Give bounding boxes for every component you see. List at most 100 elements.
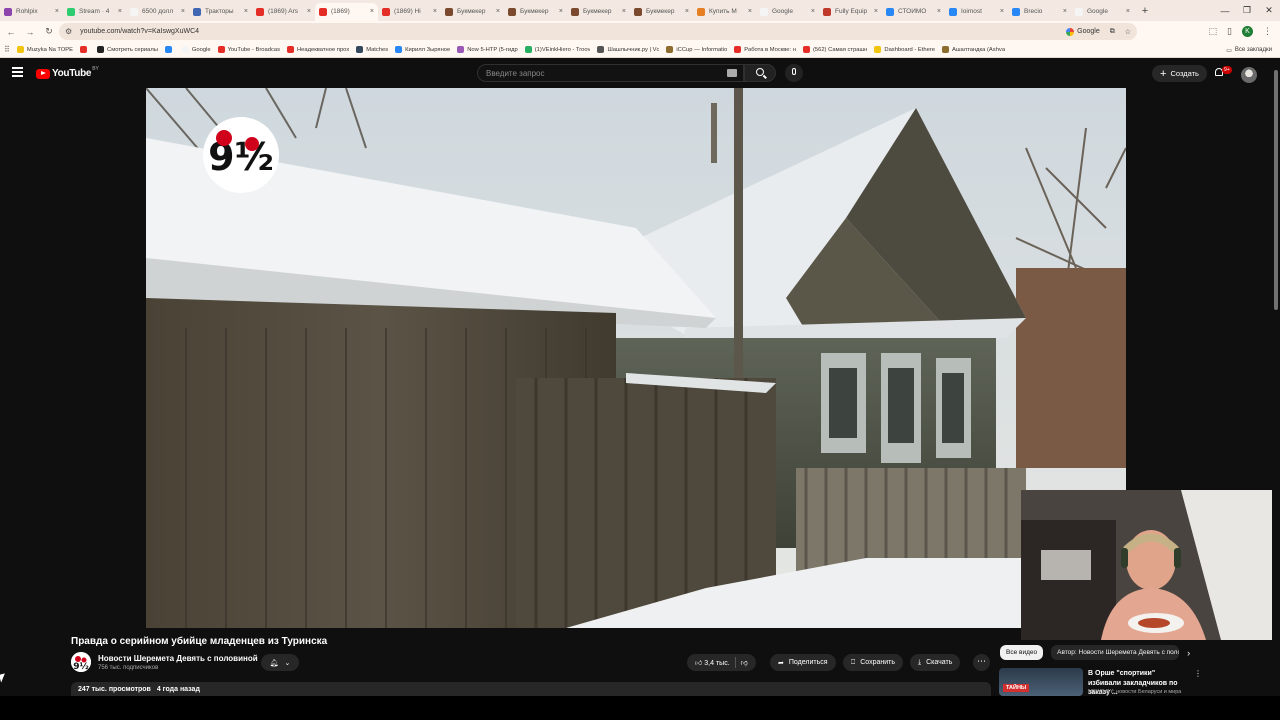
bookmark-item[interactable]: (562) Самая страшн (802, 46, 867, 53)
bookmark-item[interactable]: Кирилл Зыряное (395, 46, 450, 53)
bookmark-item[interactable]: Now 5-HTP (5-гидр (457, 46, 518, 53)
browser-tab[interactable]: Тракторы × (189, 3, 252, 21)
close-window-icon[interactable]: ✕ (1258, 5, 1280, 16)
all-bookmarks[interactable]: ▭ Все закладки (1226, 42, 1272, 58)
bookmark-item[interactable] (80, 46, 90, 53)
tab-close-icon[interactable]: × (118, 8, 122, 15)
new-tab-icon[interactable]: + (1138, 5, 1152, 17)
browser-tab[interactable]: (1869) Ars × (252, 3, 315, 21)
tab-close-icon[interactable]: × (370, 8, 374, 15)
tab-close-icon[interactable]: × (811, 8, 815, 15)
browser-tab[interactable]: Купить М × (693, 3, 756, 21)
menu-hamburger-icon[interactable] (12, 67, 23, 77)
chip-channel[interactable]: Автор: Новости Шеремета Девять с половин… (1051, 645, 1180, 660)
tab-close-icon[interactable]: × (307, 8, 311, 15)
bookmark-item[interactable]: Неадекватное прох (287, 46, 349, 53)
browser-tab[interactable]: 6500 долл × (126, 3, 189, 21)
side-panel-icon[interactable]: ▯ (1227, 26, 1232, 37)
bookmark-item[interactable]: iCCup — Informatio (666, 46, 727, 53)
user-avatar[interactable] (1241, 67, 1257, 83)
browser-tab[interactable]: Brecio × (1008, 3, 1071, 21)
recommended-channel[interactable]: NEWS.BY: новости Беларуси и мира (1088, 689, 1181, 695)
tab-close-icon[interactable]: × (181, 8, 185, 15)
bookmark-item[interactable]: Шашлычник.ру | Vc (597, 46, 659, 53)
tab-close-icon[interactable]: × (685, 8, 689, 15)
bookmark-item[interactable]: YouTube - Broadcas (217, 46, 280, 53)
chevron-right-icon[interactable]: › (1187, 648, 1190, 658)
tab-close-icon[interactable]: × (1063, 8, 1067, 15)
address-bar[interactable]: ⚙ youtube.com/watch?v=KaIswgXuWC4 Google… (59, 23, 1137, 40)
search-engine-label: Google (1077, 28, 1100, 35)
browser-tab[interactable]: Google × (1071, 3, 1134, 21)
maximize-icon[interactable]: ❐ (1236, 5, 1258, 16)
browser-tab[interactable]: Rohlpix × (0, 3, 63, 21)
video-player[interactable]: 9½ (146, 88, 1126, 628)
recommended-more-icon[interactable]: ⋮ (1194, 669, 1202, 678)
back-icon[interactable]: ← (3, 27, 19, 37)
youtube-logo[interactable]: YouTube BY (36, 66, 99, 79)
browser-tab[interactable]: Fully Equip × (819, 3, 882, 21)
extensions-icon[interactable]: ⬚ (1209, 26, 1218, 37)
browser-tab[interactable]: Google × (756, 3, 819, 21)
search-input[interactable]: Введите запрос (477, 64, 744, 82)
menu-kebab-icon[interactable]: ⋮ (1263, 26, 1272, 37)
bookmark-item[interactable]: Ашалтандка (Ashva (941, 46, 1005, 53)
download-button[interactable]: ⤓ Скачать (910, 654, 961, 671)
share-button[interactable]: ➦ Поделиться (770, 654, 836, 671)
forward-icon[interactable]: → (22, 27, 38, 37)
tab-close-icon[interactable]: × (937, 8, 941, 15)
tab-close-icon[interactable]: × (1000, 8, 1004, 15)
minimize-icon[interactable]: — (1214, 6, 1236, 16)
bookmark-item[interactable]: Работа в Москве: н (734, 46, 796, 53)
channel-avatar[interactable]: 9½ (71, 652, 91, 672)
tab-close-icon[interactable]: × (748, 8, 752, 15)
create-button[interactable]: + Создать (1152, 65, 1207, 82)
browser-tab[interactable]: (1869) × (315, 2, 378, 21)
bookmark-item[interactable]: Matches (356, 46, 388, 53)
browser-tab[interactable]: Букмекер × (630, 3, 693, 21)
reload-icon[interactable]: ↻ (41, 26, 57, 37)
page-scrollbar[interactable] (1272, 62, 1280, 696)
browser-tab[interactable]: Букмекер × (567, 3, 630, 21)
tab-close-icon[interactable]: × (874, 8, 878, 15)
bookmark-item[interactable]: (1)VEinkHiero - Troov (524, 46, 590, 53)
site-info-icon[interactable]: ⚙ (65, 27, 72, 36)
bookmark-item[interactable]: Dashboard - Ethere (874, 46, 935, 53)
voice-search-button[interactable] (785, 64, 803, 82)
video-description-box[interactable]: 247 тыс. просмотров 4 года назад (71, 682, 991, 696)
apps-icon[interactable]: ⠿ (4, 45, 10, 54)
save-button[interactable]: ⎕ Сохранить (843, 654, 903, 671)
browser-tab[interactable]: Букмекер × (504, 3, 567, 21)
cast-icon[interactable]: ⧉ (1110, 28, 1115, 36)
browser-tab[interactable]: СТОИМО × (882, 3, 945, 21)
more-actions-icon[interactable]: ⋯ (973, 654, 990, 671)
tab-close-icon[interactable]: × (1126, 8, 1130, 15)
bookmark-item[interactable]: Google (181, 46, 211, 53)
browser-tab[interactable]: (1869) Hi × (378, 3, 441, 21)
bottom-strip (0, 696, 1280, 720)
recommended-thumbnail[interactable]: ТАЙНЫ (999, 668, 1083, 696)
tab-close-icon[interactable]: × (433, 8, 437, 15)
browser-tab[interactable]: Букмекер × (441, 3, 504, 21)
profile-avatar[interactable]: K (1242, 26, 1253, 37)
tab-close-icon[interactable]: × (622, 8, 626, 15)
channel-name[interactable]: Новости Шеремета Девять с половиной (98, 654, 258, 663)
bookmark-item[interactable] (164, 46, 175, 53)
tab-close-icon[interactable]: × (559, 8, 563, 15)
browser-tab[interactable]: Ioimost × (945, 3, 1008, 21)
bookmark-item[interactable]: Muzyka Na TOPE (16, 46, 73, 53)
dislike-button[interactable]: 👎︎ (741, 658, 748, 667)
search-button[interactable] (744, 64, 776, 82)
subscription-bell-button[interactable]: 🔔︎ ⌄ (261, 654, 299, 671)
chip-all-videos[interactable]: Все видео (1000, 645, 1044, 660)
keyboard-icon[interactable] (727, 69, 737, 77)
browser-tab[interactable]: Stream · 4 × (63, 3, 126, 21)
like-button[interactable]: 👍︎ 3,4 тыс. (695, 658, 730, 667)
tab-close-icon[interactable]: × (55, 8, 59, 15)
bookmark-item[interactable]: Смотреть сериалы (97, 46, 158, 53)
search-engine-chip[interactable]: Google (1066, 27, 1100, 36)
tab-close-icon[interactable]: × (496, 8, 500, 15)
bookmark-star-icon[interactable]: ☆ (1125, 28, 1131, 36)
scrollbar-thumb[interactable] (1274, 70, 1278, 310)
tab-close-icon[interactable]: × (244, 8, 248, 15)
